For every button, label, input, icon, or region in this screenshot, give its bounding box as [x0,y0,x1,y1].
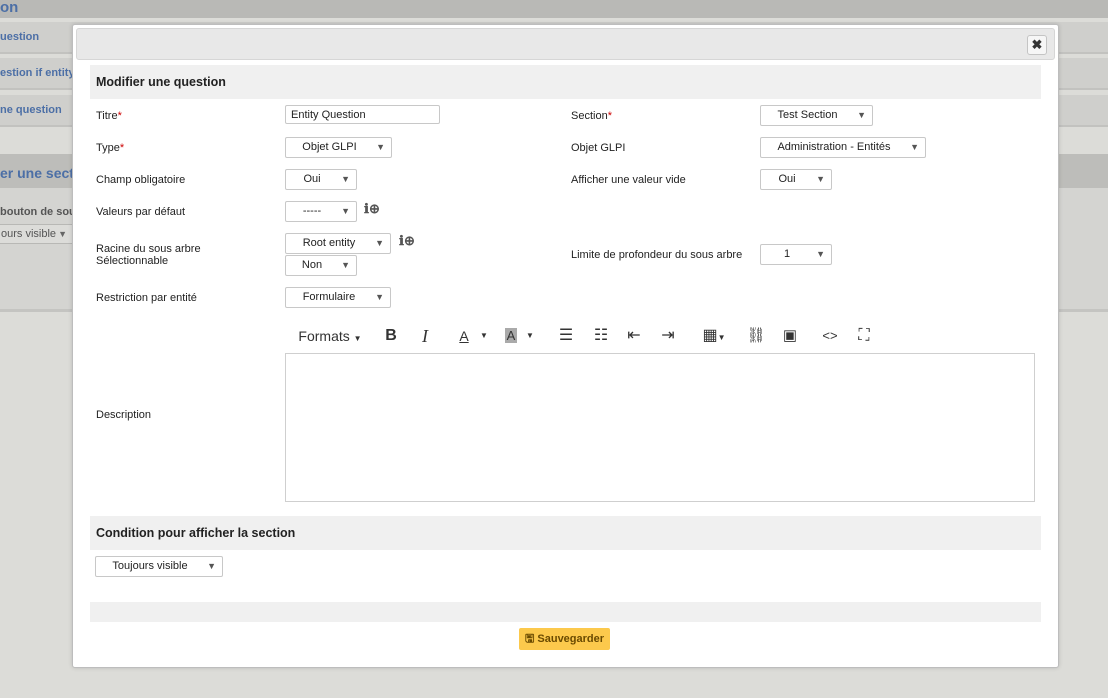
italic-icon[interactable]: I [415,323,435,349]
racine-select[interactable]: Root entity ▼ [285,233,391,254]
chevron-down-icon: ▼ [341,174,350,184]
dialog-title: Modifier une question [96,75,226,89]
background-color-icon[interactable]: A [501,323,521,349]
condition-header-band: Condition pour afficher la section [90,516,1041,550]
chevron-down-icon: ▼ [816,174,825,184]
titre-input[interactable] [285,105,440,124]
valeur-vide-label: Afficher une valeur vide [571,174,686,186]
bold-icon[interactable]: B [381,323,401,349]
bg-header-bar: on [0,0,1108,18]
bullet-list-icon[interactable]: ☰ [555,323,577,349]
restriction-value: Formulaire [302,291,356,303]
bg-button-label: bouton de sou [0,206,76,218]
save-button[interactable]: 🖫 Sauvegarder [519,628,610,650]
fullscreen-icon[interactable]: ⛶ [853,323,875,349]
chevron-down-icon: ▼ [816,249,825,259]
chevron-down-icon: ▼ [341,206,350,216]
footer-band [90,602,1041,622]
titre-label: Titre* [96,110,122,122]
image-icon[interactable]: ▣ [779,323,801,349]
edit-question-dialog: ✖ Modifier une question Titre* Section* … [72,24,1059,668]
numbered-list-icon[interactable]: ☷ [590,323,612,349]
close-button[interactable]: ✖ [1027,35,1047,55]
chevron-down-icon: ▼ [58,229,67,239]
save-label: Sauvegarder [537,633,605,645]
objet-glpi-value: Administration - Entités [777,141,891,153]
section-label: Section* [571,110,612,122]
bg-section-title: er une sect [0,165,74,181]
chevron-down-icon: ▼ [341,260,350,270]
chevron-down-icon: ▼ [376,142,385,152]
source-code-icon[interactable]: <> [819,323,841,349]
save-icon: 🖫 [524,633,535,645]
outdent-icon[interactable]: ⇤ [623,323,645,349]
selectionnable-label: Sélectionnable [96,255,169,267]
valeurs-defaut-select[interactable]: ----- ▼ [285,201,357,222]
bg-question-label: estion if entity [0,67,75,79]
text-color-icon[interactable]: A [453,323,475,349]
indent-icon[interactable]: ⇥ [657,323,679,349]
description-editor[interactable] [285,353,1035,502]
formats-label: Formats [298,328,350,344]
bg-question-label: uestion [0,31,40,43]
type-select[interactable]: Objet GLPI ▼ [285,137,392,158]
formats-dropdown[interactable]: Formats ▼ [295,323,365,349]
objet-glpi-label: Objet GLPI [571,142,626,154]
table-icon[interactable]: ▦▼ [699,323,729,349]
info-add-icon[interactable]: ℹ⊕ [399,233,415,249]
profondeur-value: 1 [783,248,791,260]
champ-obligatoire-value: Oui [303,173,321,185]
restriction-label: Restriction par entité [96,292,197,304]
info-add-icon[interactable]: ℹ⊕ [364,201,380,217]
valeurs-defaut-value: ----- [302,205,322,217]
bg-visibility-select: ours visible ▼ [0,224,74,244]
bg-visibility-value: ours visible [1,228,57,240]
section-select[interactable]: Test Section ▼ [760,105,873,126]
description-label: Description [96,409,152,421]
chevron-down-icon[interactable]: ▼ [524,323,536,349]
racine-label: Racine du sous arbre [96,243,201,255]
restriction-select[interactable]: Formulaire ▼ [285,287,391,308]
profondeur-select[interactable]: 1 ▼ [760,244,832,265]
chevron-down-icon: ▼ [375,292,384,302]
profondeur-label: Limite de profondeur du sous arbre [571,249,743,261]
chevron-down-icon[interactable]: ▼ [478,323,490,349]
type-value: Objet GLPI [302,141,357,153]
type-label: Type* [96,142,125,154]
chevron-down-icon: ▼ [353,334,362,343]
condition-select[interactable]: Toujours visible ▼ [95,556,223,577]
chevron-down-icon: ▼ [375,238,384,248]
dialog-titlebar: ✖ [76,28,1055,60]
question-header-band: Modifier une question [90,65,1041,99]
chevron-down-icon: ▼ [910,142,919,152]
selectionnable-select[interactable]: Non ▼ [285,255,357,276]
champ-obligatoire-label: Champ obligatoire [96,174,186,186]
valeur-vide-select[interactable]: Oui ▼ [760,169,832,190]
racine-value: Root entity [302,237,356,249]
chevron-down-icon: ▼ [207,561,216,571]
chevron-down-icon: ▼ [857,110,866,120]
valeurs-defaut-label: Valeurs par défaut [96,206,186,218]
condition-title: Condition pour afficher la section [96,526,296,540]
close-icon: ✖ [1031,37,1043,52]
objet-glpi-select[interactable]: Administration - Entités ▼ [760,137,926,158]
link-icon[interactable]: ⛓ [745,323,767,349]
editor-toolbar: Formats ▼ B I A ▼ A ▼ ☰ ☷ ⇤ ⇥ ▦▼ ⛓ ▣ <> … [295,323,895,349]
valeur-vide-value: Oui [778,173,796,185]
bg-page-title: on [0,0,19,16]
section-value: Test Section [777,109,838,121]
bg-question-label: ne question [0,104,62,116]
selectionnable-value: Non [301,259,323,271]
condition-value: Toujours visible [112,560,188,572]
champ-obligatoire-select[interactable]: Oui ▼ [285,169,357,190]
